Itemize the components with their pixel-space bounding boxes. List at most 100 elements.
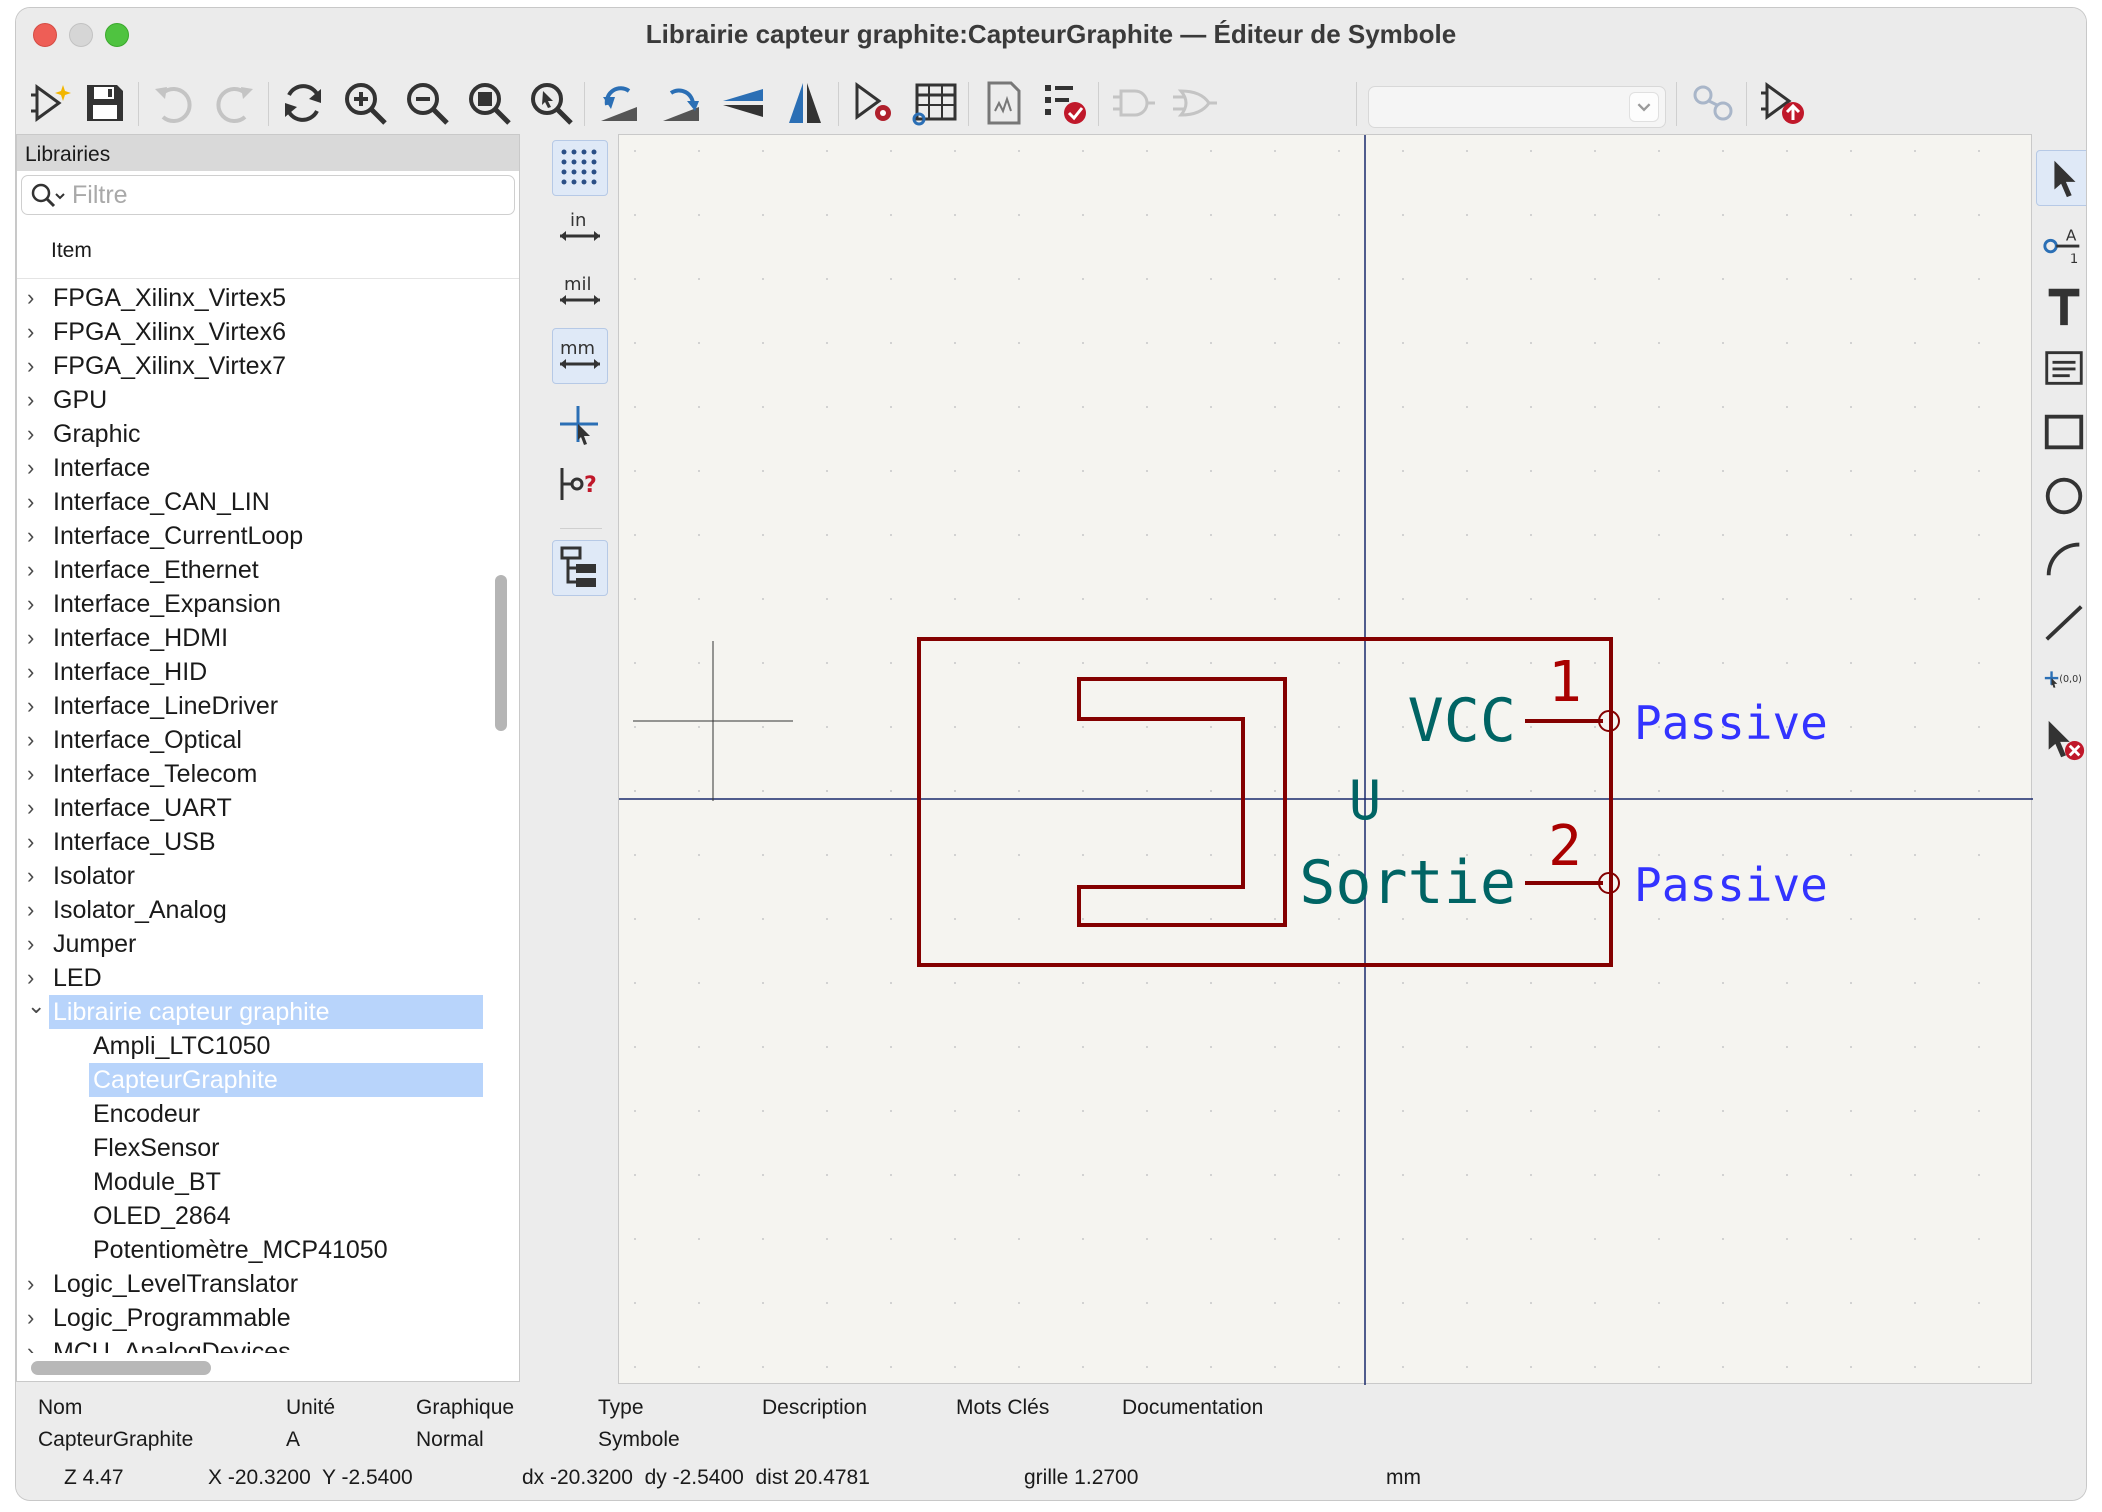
maximize-window-button[interactable] xyxy=(105,23,129,47)
rotate-cw-icon[interactable] xyxy=(654,76,708,130)
tree-library-item[interactable]: › Isolator_Analog xyxy=(17,893,487,927)
grid-toggle-icon[interactable] xyxy=(552,140,608,196)
tree-symbol-item[interactable]: Module_BT xyxy=(17,1165,487,1199)
delete-tool-icon[interactable] xyxy=(2036,712,2086,768)
chevron-right-icon[interactable]: › xyxy=(27,1267,47,1301)
tree-symbol-item[interactable]: CapteurGraphite xyxy=(17,1063,487,1097)
tree-library-item[interactable]: › Interface_HDMI xyxy=(17,621,487,655)
tree-library-item[interactable]: › FPGA_Xilinx_Virtex5 xyxy=(17,281,487,315)
tree-library-item[interactable]: › Interface_USB xyxy=(17,825,487,859)
tree-library-item[interactable]: › Interface_Expansion xyxy=(17,587,487,621)
tree-symbol-item[interactable]: Encodeur xyxy=(17,1097,487,1131)
unit-selector[interactable] xyxy=(1368,86,1666,128)
pin-2-number[interactable]: 2 xyxy=(1548,814,1582,879)
demorgan-normal-icon[interactable] xyxy=(1106,76,1160,130)
add-symbol-to-schematic-icon[interactable] xyxy=(1756,76,1810,130)
mirror-horizontal-icon[interactable] xyxy=(778,76,832,130)
tree-library-item[interactable]: › Interface_CAN_LIN xyxy=(17,485,487,519)
tree-library-item[interactable]: ⌄ Librairie capteur graphite xyxy=(17,993,487,1029)
tree-library-item[interactable]: › FPGA_Xilinx_Virtex6 xyxy=(17,315,487,349)
datasheet-icon[interactable] xyxy=(976,76,1030,130)
pin-2-name[interactable]: Sortie xyxy=(1299,848,1516,918)
select-arrow-icon[interactable] xyxy=(2036,150,2086,206)
add-arc-icon[interactable] xyxy=(2036,530,2086,586)
chevron-right-icon[interactable]: › xyxy=(27,485,47,519)
add-pin-icon[interactable]: A1 xyxy=(2036,218,2086,274)
tree-horizontal-scrollbar[interactable] xyxy=(31,1361,211,1375)
chevron-right-icon[interactable]: › xyxy=(27,1335,47,1353)
rotate-ccw-icon[interactable] xyxy=(592,76,646,130)
minimize-window-button[interactable] xyxy=(69,23,93,47)
chevron-right-icon[interactable]: › xyxy=(27,927,47,961)
tree-symbol-item[interactable]: OLED_2864 xyxy=(17,1199,487,1233)
undo-icon[interactable] xyxy=(146,76,200,130)
tree-library-item[interactable]: › Interface_Ethernet xyxy=(17,553,487,587)
tree-library-item[interactable]: › Logic_Programmable xyxy=(17,1301,487,1335)
tree-symbol-item[interactable]: FlexSensor xyxy=(17,1131,487,1165)
chevron-right-icon[interactable]: › xyxy=(27,553,47,587)
units-inches-icon[interactable]: in xyxy=(552,200,608,256)
symbol-reference[interactable]: U xyxy=(1349,769,1382,832)
chevron-down-icon[interactable]: ⌄ xyxy=(27,989,47,1023)
add-textbox-icon[interactable] xyxy=(2036,340,2086,396)
symbol-canvas[interactable]: VCC 1 Passive Sortie 2 Passive U xyxy=(618,134,2033,1385)
tree-library-item[interactable]: › LED xyxy=(17,961,487,995)
tree-library-item[interactable]: › MCU_AnalogDevices xyxy=(17,1335,487,1353)
tree-library-item[interactable]: › Interface_LineDriver xyxy=(17,689,487,723)
tree-library-item[interactable]: › Jumper xyxy=(17,927,487,961)
tree-library-item[interactable]: › Interface_Telecom xyxy=(17,757,487,791)
library-tree-toggle-icon[interactable] xyxy=(552,540,608,596)
pin-table-icon[interactable] xyxy=(908,76,962,130)
chevron-right-icon[interactable]: › xyxy=(27,689,47,723)
pin-1-name[interactable]: VCC xyxy=(1408,686,1516,756)
chevron-right-icon[interactable]: › xyxy=(27,621,47,655)
pin-1-number[interactable]: 1 xyxy=(1548,650,1582,715)
tree-library-item[interactable]: › Interface xyxy=(17,451,487,485)
refresh-icon[interactable] xyxy=(276,76,330,130)
chevron-right-icon[interactable]: › xyxy=(27,587,47,621)
chevron-right-icon[interactable]: › xyxy=(27,757,47,791)
chevron-right-icon[interactable]: › xyxy=(27,825,47,859)
add-text-icon[interactable] xyxy=(2036,278,2086,334)
anchor-icon[interactable]: (0,0) xyxy=(2036,652,2086,708)
sync-pins-icon[interactable] xyxy=(1686,76,1740,130)
symbol-properties-icon[interactable] xyxy=(846,76,900,130)
library-filter-input[interactable]: Filtre xyxy=(21,175,515,215)
full-crosshair-icon[interactable] xyxy=(552,398,608,454)
chevron-right-icon[interactable]: › xyxy=(27,893,47,927)
check-symbol-icon[interactable] xyxy=(1038,76,1092,130)
tree-symbol-item[interactable]: Ampli_LTC1050 xyxy=(17,1029,487,1063)
chevron-right-icon[interactable]: › xyxy=(27,383,47,417)
chevron-right-icon[interactable]: › xyxy=(27,1301,47,1335)
chevron-right-icon[interactable]: › xyxy=(27,655,47,689)
tree-column-header[interactable]: Item xyxy=(17,225,519,279)
demorgan-alternate-icon[interactable] xyxy=(1168,76,1222,130)
tree-library-item[interactable]: › Interface_HID xyxy=(17,655,487,689)
tree-library-item[interactable]: › GPU xyxy=(17,383,487,417)
new-symbol-icon[interactable] xyxy=(26,76,80,130)
chevron-right-icon[interactable]: › xyxy=(27,281,47,315)
chevron-right-icon[interactable]: › xyxy=(27,451,47,485)
add-circle-icon[interactable] xyxy=(2036,468,2086,524)
chevron-right-icon[interactable]: › xyxy=(27,723,47,757)
tree-symbol-item[interactable]: Potentiomètre_MCP41050 xyxy=(17,1233,487,1267)
save-icon[interactable] xyxy=(78,76,132,130)
tree-library-item[interactable]: › Interface_Optical xyxy=(17,723,487,757)
tree-library-item[interactable]: › Logic_LevelTranslator xyxy=(17,1267,487,1301)
redo-icon[interactable] xyxy=(208,76,262,130)
tree-library-item[interactable]: › Isolator xyxy=(17,859,487,893)
zoom-out-icon[interactable] xyxy=(400,76,454,130)
chevron-right-icon[interactable]: › xyxy=(27,519,47,553)
chevron-right-icon[interactable]: › xyxy=(27,417,47,451)
add-rectangle-icon[interactable] xyxy=(2036,404,2086,460)
tree-library-item[interactable]: › FPGA_Xilinx_Virtex7 xyxy=(17,349,487,383)
chevron-right-icon[interactable]: › xyxy=(27,791,47,825)
tree-library-item[interactable]: › Interface_CurrentLoop xyxy=(17,519,487,553)
mirror-vertical-icon[interactable] xyxy=(716,76,770,130)
units-mils-icon[interactable]: mil xyxy=(552,264,608,320)
close-window-button[interactable] xyxy=(33,23,57,47)
zoom-selection-icon[interactable] xyxy=(524,76,578,130)
chevron-right-icon[interactable]: › xyxy=(27,315,47,349)
tree-library-item[interactable]: › Graphic xyxy=(17,417,487,451)
add-line-icon[interactable] xyxy=(2036,594,2086,650)
